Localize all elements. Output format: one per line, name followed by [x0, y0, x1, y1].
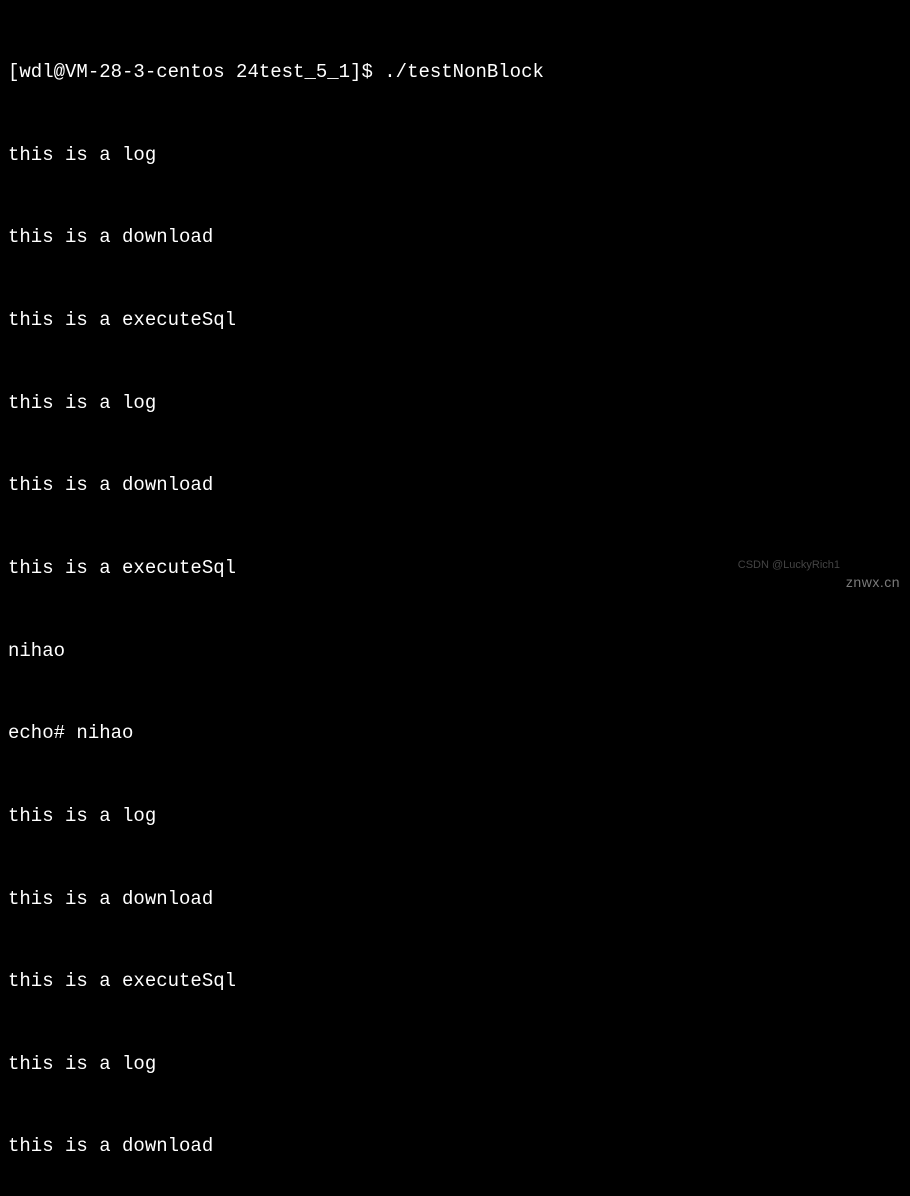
- output-line: nihao: [8, 638, 902, 666]
- output-line: this is a executeSql: [8, 307, 902, 335]
- output-line: this is a executeSql: [8, 968, 902, 996]
- terminal-output[interactable]: [wdl@VM-28-3-centos 24test_5_1]$ ./testN…: [8, 4, 902, 1196]
- output-line: this is a download: [8, 472, 902, 500]
- output-line: this is a download: [8, 1133, 902, 1161]
- output-line: echo# nihao: [8, 720, 902, 748]
- output-line: this is a log: [8, 1051, 902, 1079]
- output-line: this is a log: [8, 142, 902, 170]
- shell-prompt: [wdl@VM-28-3-centos 24test_5_1]$: [8, 59, 384, 87]
- prompt-line-1: [wdl@VM-28-3-centos 24test_5_1]$ ./testN…: [8, 59, 902, 87]
- output-line: this is a download: [8, 224, 902, 252]
- output-line: this is a log: [8, 390, 902, 418]
- watermark-subtitle: CSDN @LuckyRich1: [738, 558, 840, 574]
- output-line: this is a download: [8, 886, 902, 914]
- output-line: this is a log: [8, 803, 902, 831]
- command-text: ./testNonBlock: [384, 59, 544, 87]
- watermark-text: znwx.cn: [846, 572, 900, 592]
